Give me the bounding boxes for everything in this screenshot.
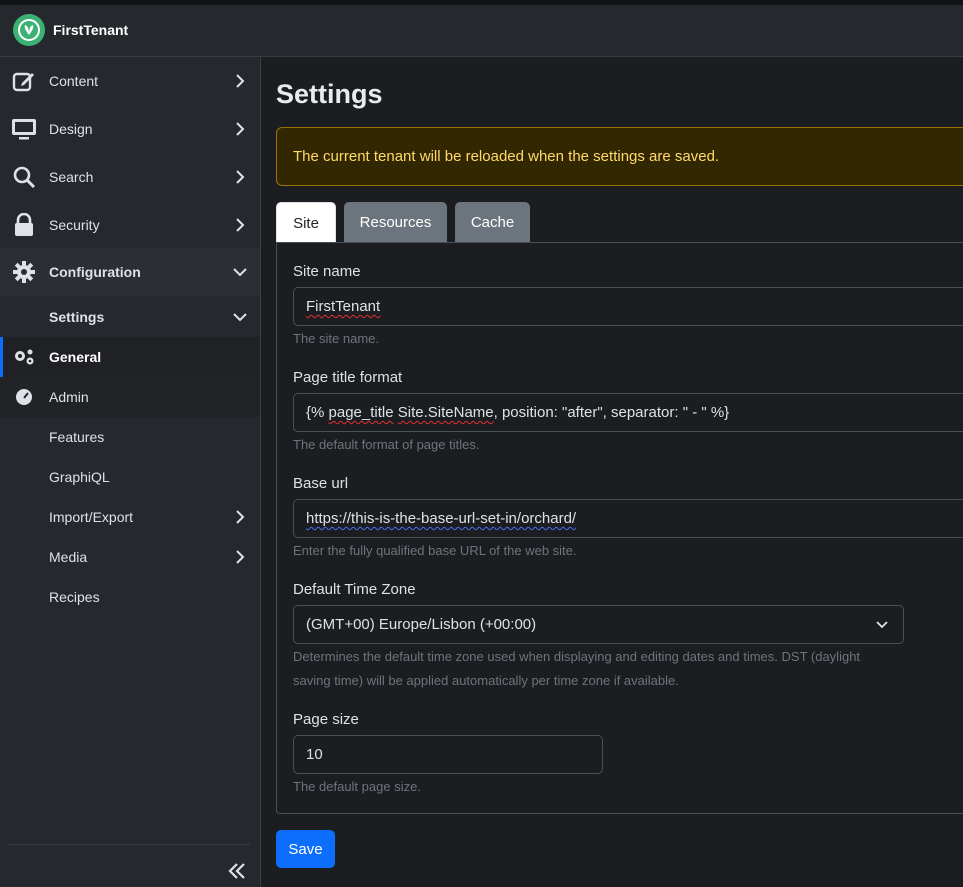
page-size-value: 10 — [306, 746, 323, 763]
page-size-hint: The default page size. — [293, 779, 421, 794]
base-url-input[interactable]: https://this-is-the-base-url-set-in/orch… — [293, 499, 963, 538]
base-url-value: https://this-is-the-base-url-set-in/orch… — [306, 510, 577, 527]
time-zone-value: (GMT+00) Europe/Lisbon (+00:00) — [306, 616, 537, 633]
page-title-format-value-part: page_title — [328, 404, 394, 421]
sidebar-item-graphiql[interactable]: GraphiQL — [0, 457, 260, 497]
page-title-format-value-part: , position: "after", separator: " - " %} — [493, 404, 730, 421]
sidebar-item-configuration[interactable]: Configuration — [0, 248, 260, 296]
site-name-input[interactable]: FirstTenant — [293, 287, 963, 326]
tab-site[interactable]: Site — [276, 202, 336, 243]
sidebar-item-label: Features — [49, 429, 105, 445]
top-bar: FirstTenant — [0, 0, 963, 57]
page-title-format-hint: The default format of page titles. — [293, 437, 480, 452]
sidebar-item-label: Recipes — [49, 589, 100, 605]
time-zone-hint-line1: Determines the default time zone used wh… — [293, 649, 861, 664]
site-name-hint: The site name. — [293, 331, 379, 346]
page-title: Settings — [276, 79, 383, 109]
chevron-right-icon — [233, 122, 247, 136]
pen-to-square-icon — [11, 68, 37, 94]
chevron-right-icon — [233, 218, 247, 232]
search-icon — [11, 164, 37, 190]
sidebar-item-design[interactable]: Design — [0, 105, 260, 153]
page-size-input[interactable]: 10 — [293, 735, 603, 774]
sidebar-item-label: Security — [49, 217, 100, 233]
time-zone-select[interactable]: (GMT+00) Europe/Lisbon (+00:00) — [293, 605, 904, 644]
double-chevron-left-icon[interactable] — [226, 859, 248, 883]
base-url-hint: Enter the fully qualified base URL of th… — [293, 543, 577, 558]
sidebar-item-general[interactable]: General — [0, 337, 260, 377]
tab-resources[interactable]: Resources — [344, 202, 447, 243]
sidebar-item-label: General — [49, 349, 102, 365]
chevron-down-icon — [233, 310, 247, 324]
sidebar-item-label: Settings — [49, 309, 105, 325]
sidebar-item-label: Admin — [49, 389, 89, 405]
chevron-down-icon — [875, 618, 889, 632]
sidebar-item-security[interactable]: Security — [0, 201, 260, 249]
monitor-icon — [11, 116, 37, 142]
site-name-value: FirstTenant — [306, 298, 381, 315]
sidebar-item-content[interactable]: Content — [0, 57, 260, 105]
lock-icon — [11, 212, 37, 238]
sidebar-item-label: Configuration — [49, 264, 141, 280]
tenant-logo-icon[interactable] — [13, 14, 45, 46]
sidebar-item-media[interactable]: Media — [0, 537, 260, 577]
chevron-right-icon — [233, 170, 247, 184]
page-title-format-input[interactable]: {% page_title Site.SiteName, position: "… — [293, 393, 963, 432]
page-title-format-value-part: {% — [306, 404, 329, 421]
main-content: Settings The current tenant will be relo… — [261, 57, 963, 887]
chevron-right-icon — [233, 510, 247, 524]
time-zone-label: Default Time Zone — [293, 581, 416, 598]
sidebar-item-label: Search — [49, 169, 94, 185]
site-name-label: Site name — [293, 263, 361, 280]
tenant-name[interactable]: FirstTenant — [53, 22, 128, 38]
sidebar-item-label: Media — [49, 549, 88, 565]
chevron-right-icon — [233, 550, 247, 564]
sidebar-item-settings[interactable]: Settings — [0, 297, 260, 337]
sidebar-divider — [8, 844, 250, 845]
sidebar-item-label: GraphiQL — [49, 469, 110, 485]
page-title-format-value-part: Site.SiteName — [397, 404, 494, 421]
chevron-right-icon — [233, 74, 247, 88]
gauge-icon — [12, 385, 36, 409]
tab-cache[interactable]: Cache — [455, 202, 530, 243]
sidebar-item-label: Design — [49, 121, 93, 137]
time-zone-hint-line2: saving time) will be applied automatical… — [293, 673, 679, 688]
sidebar-item-features[interactable]: Features — [0, 417, 260, 457]
sidebar-item-admin[interactable]: Admin — [0, 377, 260, 417]
sidebar: Content Design Search Security Configura… — [0, 57, 261, 887]
sidebar-item-search[interactable]: Search — [0, 153, 260, 201]
sidebar-item-label: Import/Export — [49, 509, 134, 525]
sidebar-item-import-export[interactable]: Import/Export — [0, 497, 260, 537]
base-url-label: Base url — [293, 475, 349, 492]
sidebar-item-label: Content — [49, 73, 99, 89]
gear-icon — [11, 259, 37, 285]
page-title-format-label: Page title format — [293, 369, 403, 386]
page-size-label: Page size — [293, 711, 359, 728]
sidebar-item-recipes[interactable]: Recipes — [0, 577, 260, 617]
chevron-down-icon — [233, 265, 247, 279]
warning-alert: The current tenant will be reloaded when… — [276, 127, 963, 186]
gears-icon — [12, 345, 36, 369]
save-button[interactable]: Save — [276, 830, 335, 868]
